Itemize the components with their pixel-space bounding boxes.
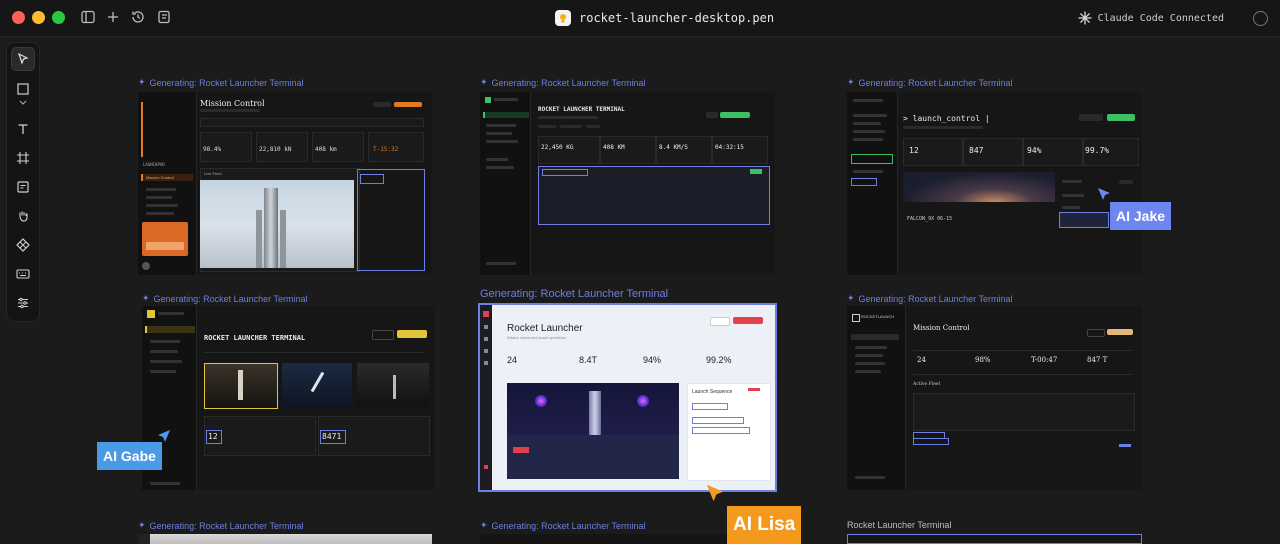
frame-label-9[interactable]: Rocket Launcher Terminal bbox=[847, 520, 951, 530]
frame-label-4[interactable]: ✦ Generating: Rocket Launcher Terminal bbox=[142, 293, 307, 304]
stat-value: 408 km bbox=[315, 146, 337, 153]
frame-label-3[interactable]: ✦ Generating: Rocket Launcher Terminal bbox=[847, 77, 1012, 88]
plus-icon[interactable] bbox=[105, 9, 123, 27]
frame-label-1[interactable]: ✦ Generating: Rocket Launcher Terminal bbox=[138, 77, 303, 88]
keyboard-icon[interactable] bbox=[11, 262, 35, 286]
title-bar: rocket-launcher-desktop.pen Claude Code … bbox=[0, 0, 1280, 37]
sequence-title: Launch Sequence bbox=[692, 389, 733, 395]
metric-value: 8471 bbox=[322, 432, 342, 441]
brand: LAUNCHPAD bbox=[143, 162, 165, 167]
nav-item-active[interactable]: Mission Control bbox=[146, 175, 174, 180]
document-icon[interactable] bbox=[156, 9, 174, 27]
frame-mission-control-1[interactable]: LAUNCHPAD Mission Control Mission Contro… bbox=[138, 92, 432, 275]
maximize-window-button[interactable] bbox=[52, 11, 65, 24]
stat-value: 99.7% bbox=[1085, 146, 1110, 155]
stat-value: 98% bbox=[975, 356, 991, 364]
frame-mission-control-6[interactable]: ROCKETLAUNCH Mission Control 24 98% T-00… bbox=[847, 306, 1142, 490]
stat-value: 8.4 KM/S bbox=[659, 144, 688, 151]
sparkle-icon: ✦ bbox=[138, 77, 146, 87]
section-title: Active Fleet bbox=[913, 382, 941, 387]
frame-title: Rocket Launcher bbox=[507, 323, 583, 334]
stat-value: 98.4% bbox=[203, 146, 222, 153]
sparkle-icon: ✦ bbox=[138, 520, 146, 530]
info-icon[interactable] bbox=[1253, 11, 1268, 26]
rocket-image bbox=[200, 180, 354, 268]
stat-value: 847 bbox=[969, 146, 984, 155]
stat-value: T-15:32 bbox=[373, 146, 399, 153]
component-tool-icon[interactable] bbox=[11, 233, 35, 257]
frame-label-8[interactable]: ✦ Generating: Rocket Launcher Terminal bbox=[480, 520, 645, 531]
frame-label-5[interactable]: Generating: Rocket Launcher Terminal bbox=[480, 288, 668, 300]
close-window-button[interactable] bbox=[12, 11, 25, 24]
launch-image bbox=[507, 383, 679, 479]
frame-title: > launch_control | bbox=[903, 114, 990, 123]
sidebar-toggle-icon[interactable] bbox=[80, 9, 98, 27]
frame-title: ROCKET LAUNCHER TERMINAL bbox=[204, 334, 306, 342]
note-tool-icon[interactable] bbox=[11, 175, 35, 199]
stat-value: 22,450 KG bbox=[541, 144, 574, 151]
metric-value: 12 bbox=[208, 432, 218, 441]
file-name: rocket-launcher-desktop.pen bbox=[579, 11, 775, 25]
sparkle-icon: ✦ bbox=[847, 293, 855, 303]
frame-title: Mission Control bbox=[913, 324, 970, 332]
minimize-window-button[interactable] bbox=[32, 11, 45, 24]
sparkle-icon: ✦ bbox=[847, 77, 855, 87]
ai-lisa-cursor bbox=[704, 482, 726, 509]
stat-value: 12 bbox=[909, 146, 919, 155]
stat-value: 24 bbox=[917, 356, 926, 364]
frame-label-7[interactable]: ✦ Generating: Rocket Launcher Terminal bbox=[138, 520, 303, 531]
stat-value: 847 T bbox=[1087, 356, 1108, 364]
sparkle-icon: ✦ bbox=[480, 77, 488, 87]
ai-jake-tag: AI Jake bbox=[1110, 202, 1172, 230]
frame-rocket-launcher-5[interactable]: Rocket Launcher Mission control and laun… bbox=[478, 303, 777, 492]
text-tool-icon[interactable] bbox=[11, 117, 35, 141]
stat-value: 24 bbox=[507, 355, 518, 365]
frame-subtitle: Mission control and launch operations bbox=[507, 336, 566, 340]
frame-label-2[interactable]: ✦ Generating: Rocket Launcher Terminal bbox=[480, 77, 645, 88]
history-icon[interactable] bbox=[130, 9, 148, 27]
frame-partial-7[interactable] bbox=[138, 534, 432, 544]
feed-label: Live Feed bbox=[204, 171, 222, 176]
stat-value: T-00:47 bbox=[1031, 356, 1058, 364]
sparkle-icon: ✦ bbox=[142, 293, 150, 303]
stat-value: 408 KM bbox=[603, 144, 625, 151]
pen-file-icon bbox=[555, 10, 571, 26]
chevron-down-icon[interactable] bbox=[11, 97, 35, 109]
stat-value: 22,810 kN bbox=[259, 146, 292, 153]
frame-title: ROCKET LAUNCHER TERMINAL bbox=[538, 106, 625, 113]
stat-value: 94% bbox=[643, 355, 662, 365]
stat-value: 99.2% bbox=[706, 355, 732, 365]
claude-spark-icon bbox=[1077, 11, 1092, 25]
frame-tool-icon[interactable] bbox=[11, 146, 35, 170]
brand: ROCKETLAUNCH bbox=[861, 314, 895, 319]
horizon-image bbox=[903, 172, 1055, 202]
cursor-arrow-icon bbox=[1098, 188, 1110, 200]
tool-palette bbox=[6, 42, 40, 322]
select-tool-icon[interactable] bbox=[11, 47, 35, 71]
sparkle-icon: ✦ bbox=[480, 520, 488, 530]
cursor-arrow-icon bbox=[706, 484, 724, 502]
frame-partial-9[interactable] bbox=[847, 534, 1142, 544]
stat-value: 94% bbox=[1027, 146, 1042, 155]
file-tab: rocket-launcher-desktop.pen bbox=[555, 8, 774, 28]
frame-label-6[interactable]: ✦ Generating: Rocket Launcher Terminal bbox=[847, 293, 1012, 304]
frame-title: Mission Control bbox=[200, 99, 265, 108]
status-text: Claude Code Connected bbox=[1097, 12, 1224, 24]
stat-value: 8.4T bbox=[579, 355, 598, 365]
ai-gabe-tag: AI Gabe bbox=[97, 442, 162, 470]
frame-terminal-4[interactable]: ROCKET LAUNCHER TERMINAL 12 8471 bbox=[142, 306, 435, 490]
frame-terminal-2[interactable]: ROCKET LAUNCHER TERMINAL 22,450 KG 408 K… bbox=[480, 92, 775, 275]
hand-tool-icon[interactable] bbox=[11, 204, 35, 228]
sliders-icon[interactable] bbox=[11, 291, 35, 315]
vehicle-caption: FALCON_9X 06-15 bbox=[907, 216, 953, 222]
stat-value: 04:32:15 bbox=[715, 144, 744, 151]
connection-status: Claude Code Connected bbox=[1077, 11, 1224, 25]
ai-lisa-tag: AI Lisa bbox=[727, 506, 802, 544]
frame-launch-control-3[interactable]: > launch_control | 12 847 94% 99.7% FALC… bbox=[847, 92, 1142, 275]
